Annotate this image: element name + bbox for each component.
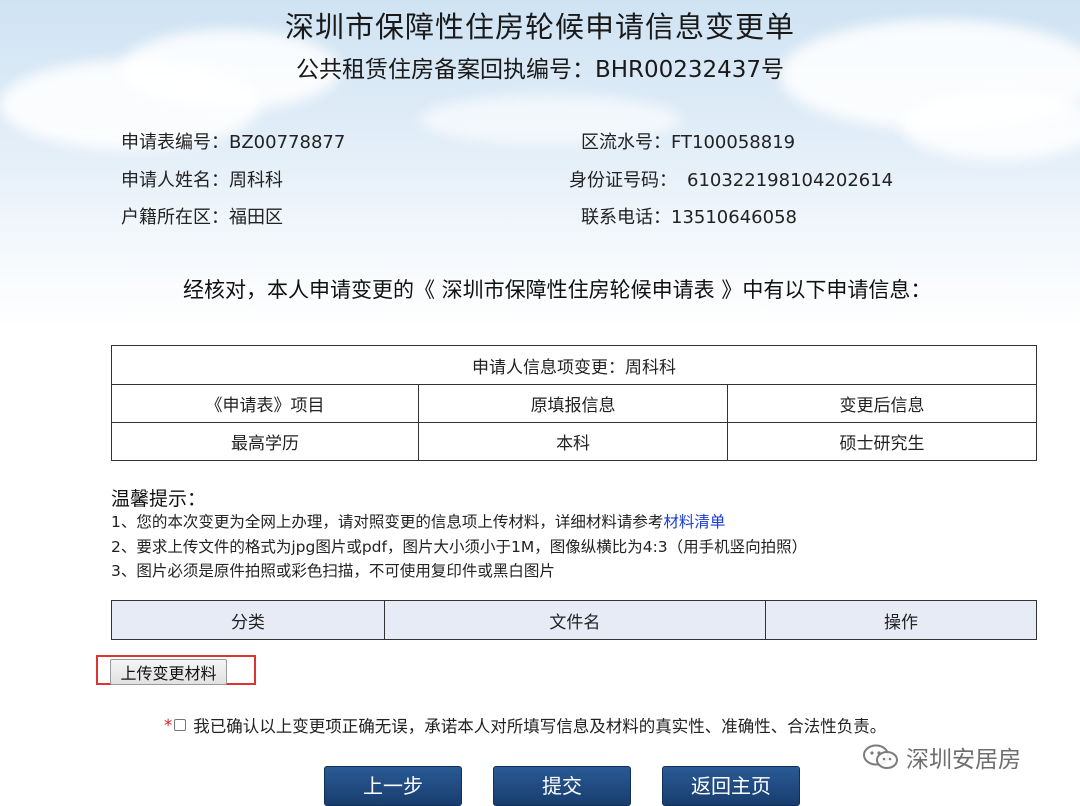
household-district-label: 户籍所在区： — [121, 207, 229, 228]
column-header-item: 《申请表》项目 — [110, 384, 420, 423]
household-district-value: 福田区 — [229, 207, 283, 228]
column-header-original: 原填报信息 — [418, 384, 729, 423]
upload-materials-button[interactable]: 上传变更材料 — [110, 659, 227, 685]
application-number-label: 申请表编号： — [121, 132, 229, 153]
wechat-icon — [862, 743, 900, 771]
phone-label: 联系电话： — [581, 207, 671, 228]
submit-button[interactable]: 提交 — [493, 766, 631, 806]
watermark: 深圳安居房 — [862, 740, 1021, 774]
change-table: 申请人信息项变更：周科科 《申请表》项目 原填报信息 变更后信息 最高学历 本科… — [110, 345, 1037, 461]
phone-value: 13510646058 — [671, 207, 797, 228]
id-number: 身份证号码： 610322198104202614 — [569, 166, 893, 192]
application-number: 申请表编号：BZ00778877 — [121, 128, 345, 154]
watermark-text: 深圳安居房 — [906, 747, 1021, 773]
back-home-button[interactable]: 返回主页 — [662, 766, 800, 806]
table-cell: 本科 — [418, 422, 729, 461]
change-form-page: 深圳市保障性住房轮候申请信息变更单 公共租赁住房备案回执编号：BHR002324… — [0, 0, 1080, 806]
table-cell: 最高学历 — [110, 422, 420, 461]
material-list-link[interactable]: 材料清单 — [663, 513, 725, 531]
table-row: 最高学历 本科 硕士研究生 — [110, 422, 1037, 461]
tip-item: 1、您的本次变更为全网上办理，请对照变更的信息项上传材料，详细材料请参考材料清单 — [111, 510, 725, 532]
file-table: 分类 文件名 操作 — [111, 600, 1038, 640]
column-header-action: 操作 — [764, 600, 1038, 640]
district-serial-label: 区流水号： — [581, 132, 671, 153]
tip-item: 2、要求上传文件的格式为jpg图片或pdf，图片大小须小于1M，图像纵横比为4:… — [111, 538, 808, 556]
district-serial: 区流水号：FT100058819 — [581, 128, 795, 154]
prev-step-button[interactable]: 上一步 — [324, 766, 462, 806]
applicant-name-value: 周科科 — [229, 170, 283, 191]
confirm-row: * 我已确认以上变更项正确无误，承诺本人对所填写信息及材料的真实性、准确性、合法… — [164, 713, 886, 737]
file-table-header-row: 分类 文件名 操作 — [111, 600, 1038, 640]
change-table-header-row: 《申请表》项目 原填报信息 变更后信息 — [110, 384, 1037, 423]
verify-statement: 经核对，本人申请变更的《 深圳市保障性住房轮候申请表 》中有以下申请信息： — [183, 278, 932, 302]
tip-item: 3、图片必须是原件拍照或彩色扫描，不可使用复印件或黑白图片 — [111, 562, 555, 580]
tip-text: 1、您的本次变更为全网上办理，请对照变更的信息项上传材料，详细材料请参考 — [111, 513, 664, 531]
tips-title: 温馨提示： — [111, 488, 207, 510]
column-header-changed: 变更后信息 — [727, 384, 1037, 423]
household-district: 户籍所在区：福田区 — [121, 203, 283, 229]
applicant-name-label: 申请人姓名： — [121, 170, 229, 191]
required-mark: * — [164, 715, 173, 735]
confirm-text: 我已确认以上变更项正确无误，承诺本人对所填写信息及材料的真实性、准确性、合法性负… — [193, 717, 887, 736]
applicant-name: 申请人姓名：周科科 — [121, 166, 283, 192]
table-cell: 硕士研究生 — [727, 422, 1037, 461]
receipt-number: 公共租赁住房备案回执编号：BHR00232437号 — [295, 57, 785, 83]
page-title: 深圳市保障性住房轮候申请信息变更单 — [284, 10, 795, 44]
column-header-filename: 文件名 — [383, 600, 766, 640]
id-number-label: 身份证号码： — [569, 170, 677, 191]
phone: 联系电话：13510646058 — [581, 203, 797, 229]
application-number-value: BZ00778877 — [229, 132, 346, 153]
confirm-checkbox[interactable] — [174, 719, 187, 731]
column-header-category: 分类 — [111, 600, 385, 640]
change-table-caption-row: 申请人信息项变更：周科科 — [111, 345, 1037, 385]
district-serial-value: FT100058819 — [671, 132, 796, 153]
id-number-value: 610322198104202614 — [687, 170, 894, 191]
change-table-caption: 申请人信息项变更：周科科 — [111, 345, 1037, 385]
